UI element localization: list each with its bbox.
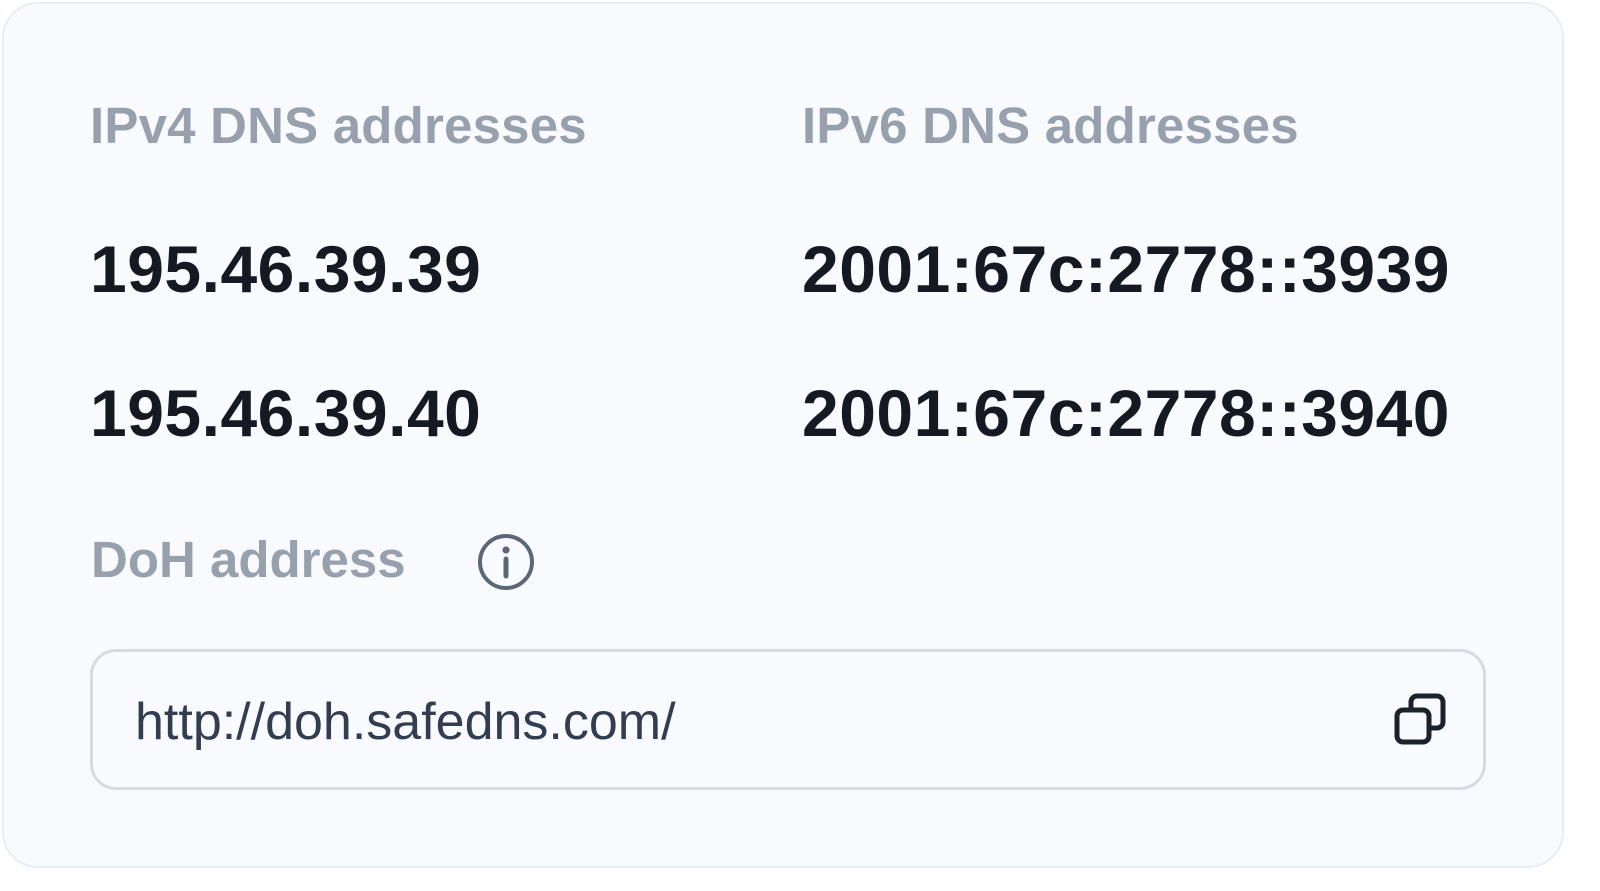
ipv6-heading: IPv6 DNS addresses xyxy=(802,97,1299,154)
doh-heading: DoH address xyxy=(91,531,406,588)
doh-address-field[interactable]: http://doh.safedns.com/ xyxy=(90,649,1486,790)
ipv4-heading: IPv4 DNS addresses xyxy=(90,97,587,154)
doh-address-value[interactable]: http://doh.safedns.com/ xyxy=(135,696,676,748)
ipv6-address-secondary[interactable]: 2001:67c:2778::3940 xyxy=(802,380,1450,446)
dns-addresses-card: IPv4 DNS addresses IPv6 DNS addresses 19… xyxy=(2,2,1564,868)
info-circle-icon[interactable] xyxy=(476,532,536,592)
ipv4-address-secondary[interactable]: 195.46.39.40 xyxy=(90,380,481,446)
copy-icon[interactable] xyxy=(1391,690,1453,752)
ipv4-address-primary[interactable]: 195.46.39.39 xyxy=(90,236,481,302)
ipv6-address-primary[interactable]: 2001:67c:2778::3939 xyxy=(802,236,1450,302)
